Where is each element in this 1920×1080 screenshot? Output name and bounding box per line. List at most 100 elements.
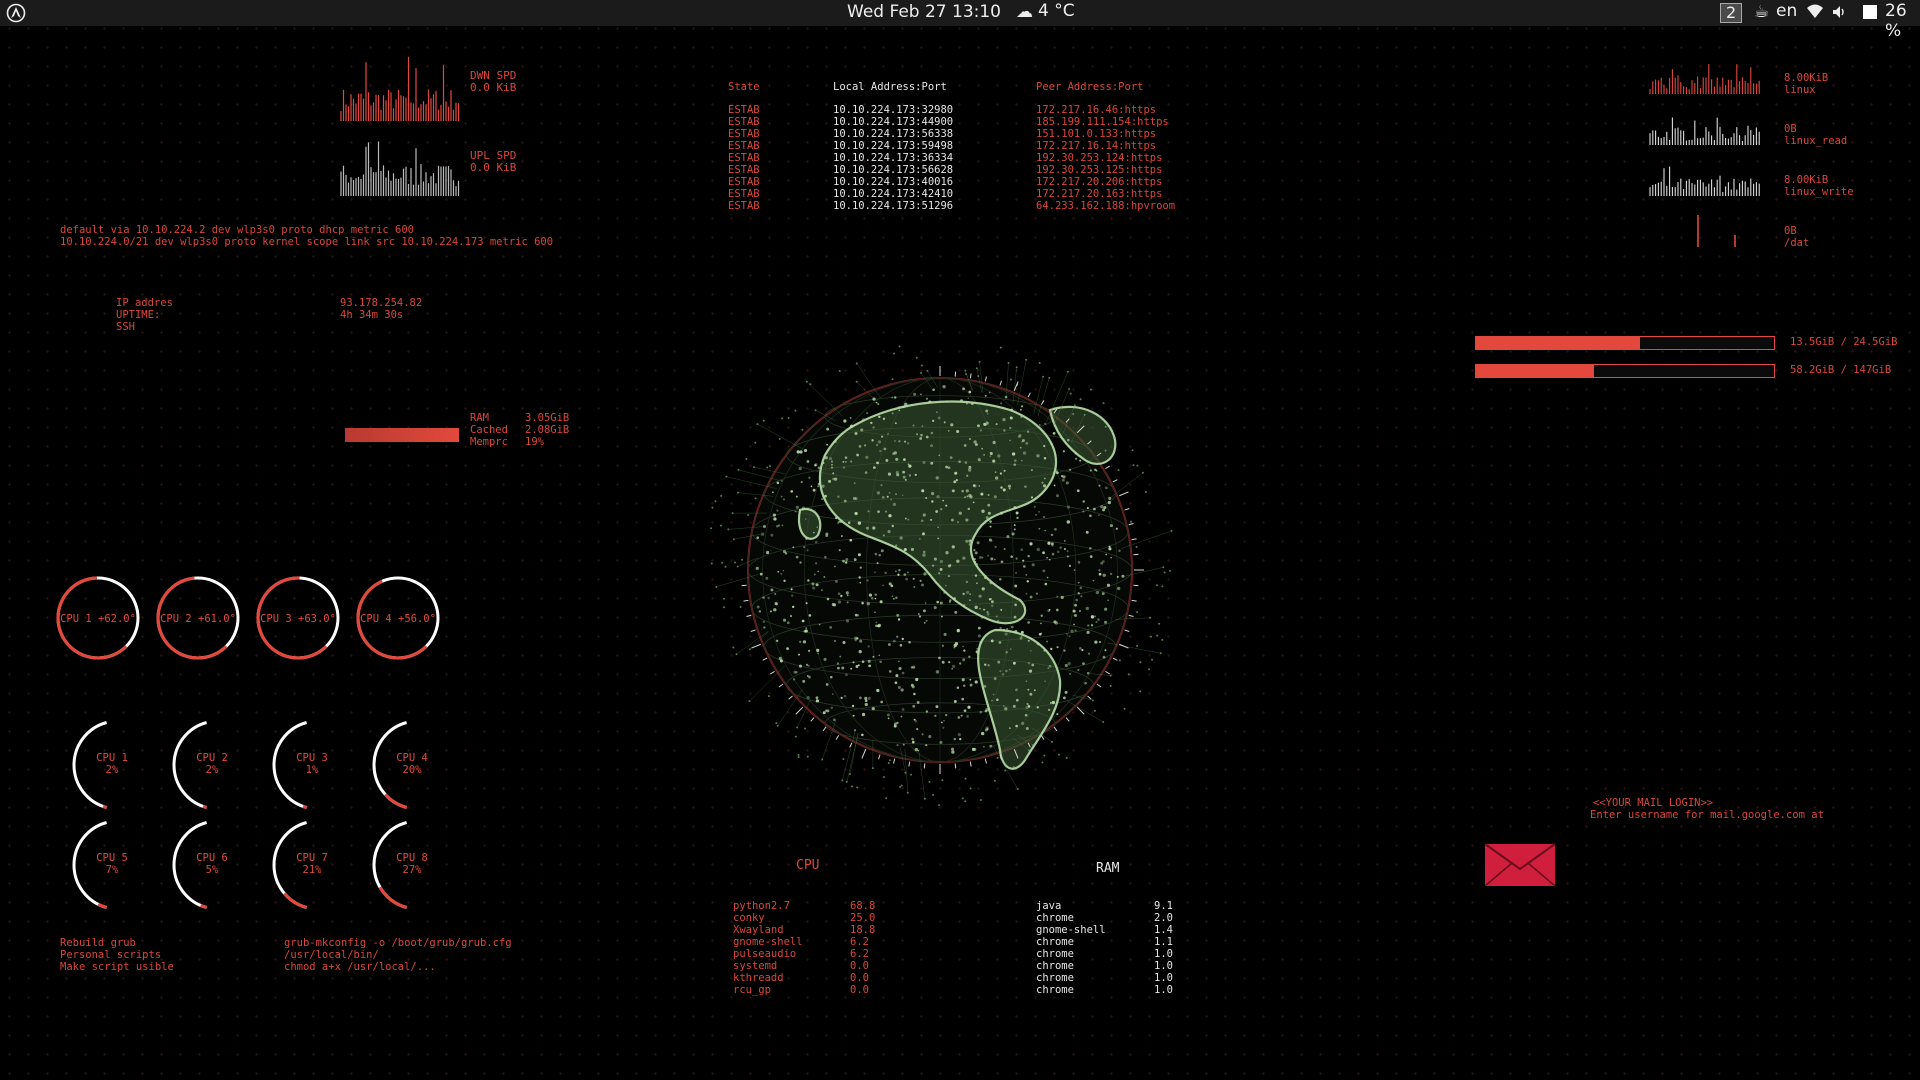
- globe-node: [933, 606, 937, 610]
- globe-node: [756, 536, 760, 540]
- globe-outer-node: [964, 777, 967, 780]
- globe-node: [817, 485, 820, 488]
- connection-cell: ESTAB: [728, 176, 760, 188]
- globe-node: [806, 460, 810, 463]
- globe-node: [776, 481, 780, 485]
- battery-percent[interactable]: 26 %: [1885, 1, 1920, 41]
- globe-node: [1012, 661, 1016, 665]
- globe-node: [969, 599, 971, 601]
- globe-node: [849, 538, 853, 542]
- globe-node: [837, 666, 840, 670]
- wifi-icon[interactable]: [1806, 3, 1824, 24]
- globe-outer-node: [979, 798, 982, 801]
- globe-node: [780, 495, 783, 498]
- globe-node: [1100, 505, 1104, 509]
- status-icon[interactable]: ☕: [1754, 2, 1769, 22]
- globe-node: [941, 615, 943, 618]
- globe-node: [835, 579, 838, 583]
- globe-outer-node: [920, 364, 923, 367]
- globe-node: [1104, 607, 1108, 611]
- globe-node: [879, 660, 883, 664]
- globe-node: [808, 649, 811, 652]
- globe-node: [759, 572, 763, 576]
- globe-node: [1110, 556, 1112, 559]
- globe-node: [1027, 621, 1031, 624]
- globe-node: [945, 400, 948, 403]
- globe-node: [976, 647, 979, 650]
- globe-outer-node: [721, 561, 724, 564]
- globe-node: [1031, 563, 1035, 567]
- globe-node: [949, 601, 951, 603]
- globe-node: [803, 448, 808, 453]
- globe-node: [898, 618, 901, 620]
- globe-node: [1102, 655, 1106, 659]
- globe-node: [806, 696, 810, 700]
- globe-node: [966, 590, 970, 594]
- globe-node: [1027, 554, 1030, 558]
- globe-node: [960, 399, 963, 403]
- globe-node: [1082, 662, 1085, 666]
- weather-icon[interactable]: ☁: [1016, 2, 1033, 22]
- globe-node: [985, 516, 989, 520]
- globe-node: [1014, 584, 1018, 588]
- globe-node: [981, 447, 984, 450]
- globe-node: [916, 728, 919, 731]
- language-indicator[interactable]: en: [1776, 1, 1797, 21]
- globe-node: [1050, 533, 1054, 537]
- globe-node: [1102, 508, 1106, 512]
- process-cpu-value: 6.2: [850, 948, 869, 960]
- globe-node: [965, 402, 968, 405]
- globe-node: [1079, 586, 1082, 590]
- clock[interactable]: Wed Feb 27 13:10: [847, 2, 1001, 22]
- globe-outer-node: [1161, 638, 1164, 641]
- globe-rim-tick: [1131, 538, 1137, 541]
- globe-node: [1077, 592, 1080, 595]
- globe-node: [978, 594, 982, 598]
- globe-node: [1082, 510, 1085, 513]
- weather-temp[interactable]: 4 °C: [1038, 1, 1075, 21]
- volume-icon[interactable]: [1831, 4, 1847, 25]
- header-state: State: [728, 81, 760, 93]
- globe-node: [945, 551, 949, 555]
- mail-icon[interactable]: [1484, 843, 1556, 891]
- globe-node: [969, 593, 972, 596]
- globe-node: [821, 498, 824, 501]
- workspace-indicator[interactable]: 2: [1720, 3, 1743, 23]
- globe-outer-node: [723, 606, 726, 609]
- globe-outer-node: [806, 755, 809, 758]
- globe-node: [1027, 661, 1031, 665]
- globe-node: [922, 532, 925, 536]
- globe-node: [967, 507, 971, 511]
- globe-node: [845, 558, 849, 562]
- globe-node: [980, 616, 984, 620]
- globe-node: [975, 650, 979, 654]
- connection-cell: ESTAB: [728, 128, 760, 140]
- globe-node: [805, 627, 807, 629]
- process-cpu-value: 18.8: [850, 924, 876, 936]
- globe-node: [958, 511, 962, 515]
- globe-node: [956, 429, 960, 433]
- globe-node: [799, 640, 802, 643]
- globe-node: [987, 493, 990, 497]
- globe-node: [977, 424, 980, 428]
- cpu-usage-fill: [172, 720, 208, 810]
- globe-node: [897, 686, 901, 689]
- globe-node: [874, 593, 877, 597]
- connection-cell: ESTAB: [728, 116, 760, 128]
- process-name: kthreadd: [733, 972, 784, 984]
- battery-icon[interactable]: [1862, 4, 1878, 25]
- globe-node: [1064, 690, 1068, 694]
- globe-node: [953, 737, 956, 741]
- globe-node: [968, 390, 972, 394]
- globe-node: [956, 521, 959, 524]
- globe-node: [969, 437, 972, 440]
- globe-outer-node: [801, 428, 804, 431]
- globe-node: [790, 615, 792, 618]
- process-name: java: [1036, 900, 1062, 912]
- globe-node: [861, 712, 866, 717]
- globe-node: [1087, 652, 1091, 655]
- globe-outer-node: [1130, 520, 1133, 523]
- globe-node: [989, 452, 993, 456]
- globe-node: [851, 704, 855, 708]
- activities-button[interactable]: [6, 3, 26, 28]
